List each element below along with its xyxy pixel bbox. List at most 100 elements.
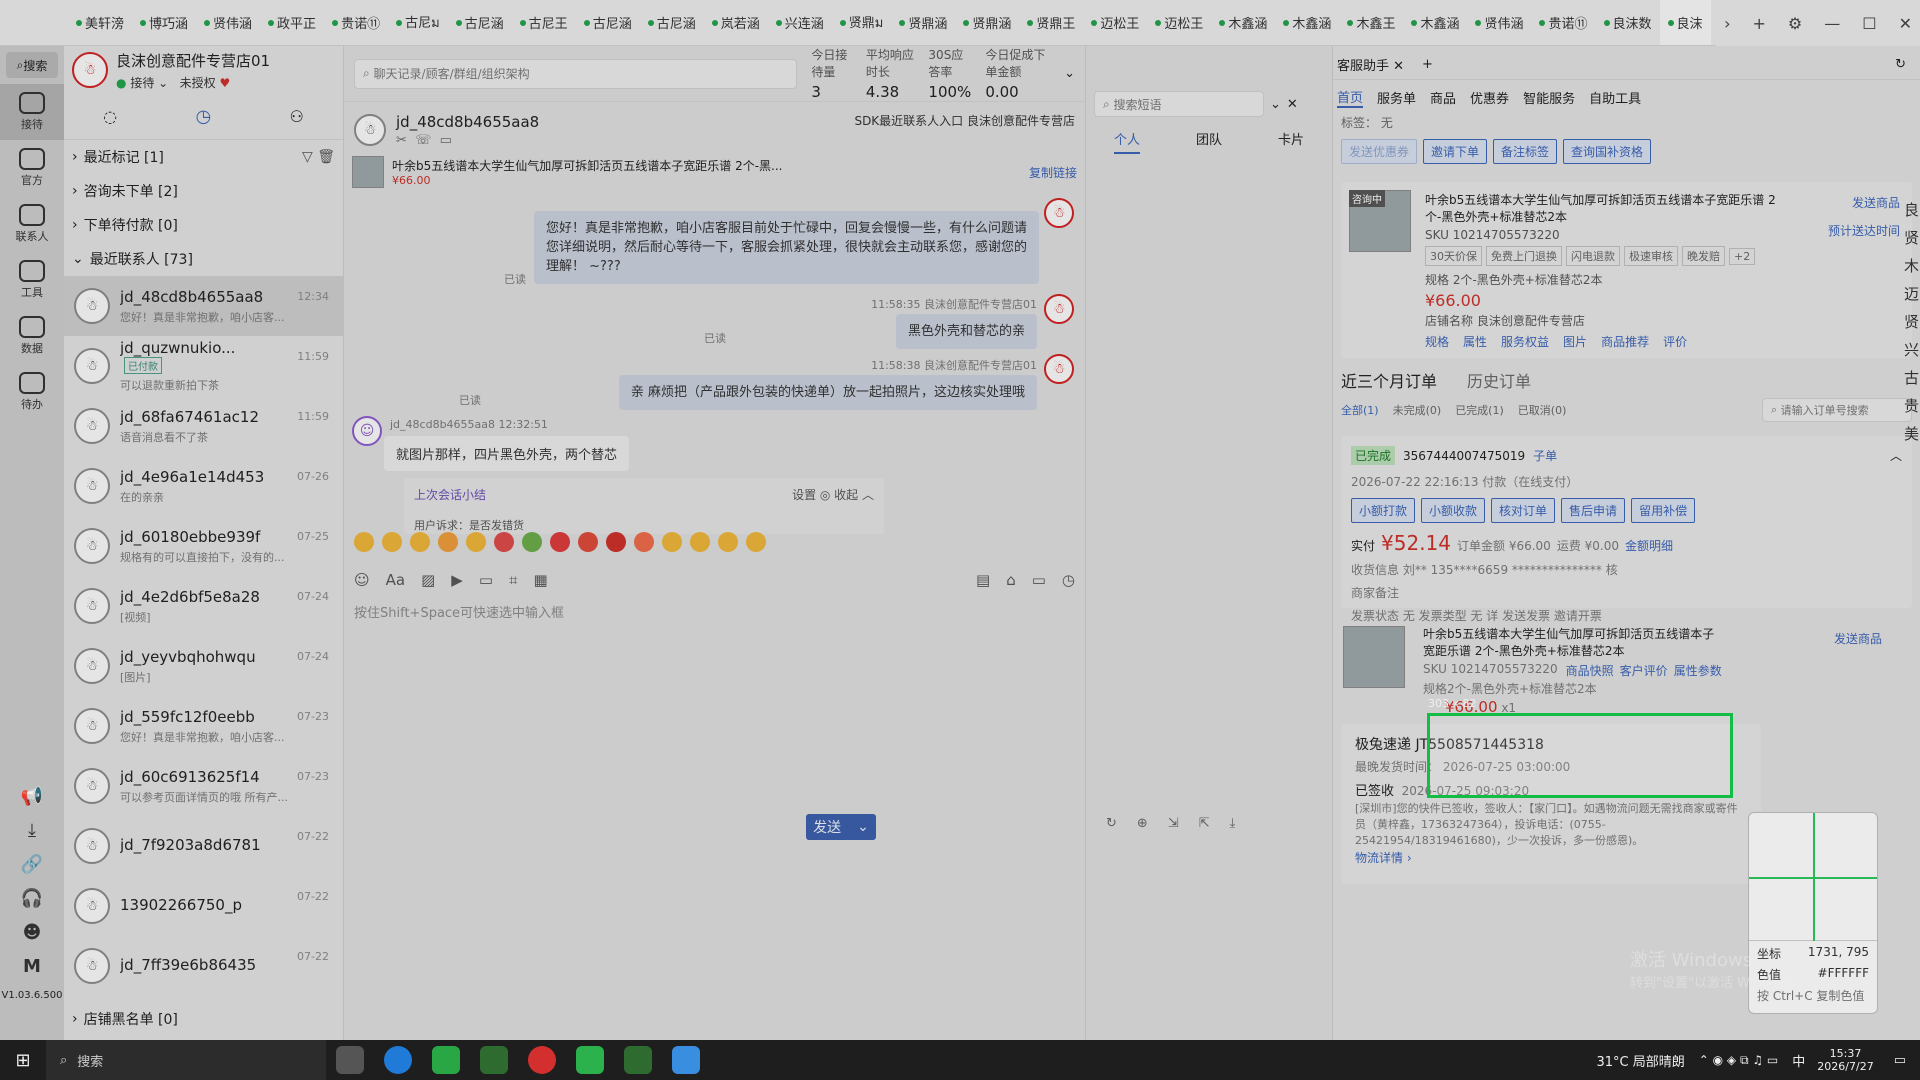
assistant-nav-item[interactable]: 智能服务 xyxy=(1523,88,1575,107)
export-icon[interactable]: ⇱ xyxy=(1199,816,1210,831)
group-icon[interactable]: ⚇ xyxy=(289,107,303,126)
order-search-input[interactable]: ⌕ 请输入订单号搜索 xyxy=(1762,398,1912,422)
send-button[interactable]: 发送 ⌄ xyxy=(806,814,876,840)
emoji-icon[interactable] xyxy=(634,532,654,552)
contact-item[interactable]: ☃ jd_4e96a1e14d453 在的亲亲 07-26 xyxy=(64,456,343,516)
contact-item[interactable]: ☃ jd_60180ebbe939f 规格有的可以直接拍下，没有的... 07-25 xyxy=(64,516,343,576)
contact-item[interactable]: ☃ jd_559fc12f0eebb 您好！真是非常抱歉，咱小店客... 07-23 xyxy=(64,696,343,756)
session-tab[interactable]: 木鑫涵 xyxy=(1403,0,1467,45)
action-button[interactable]: 发送优惠券 xyxy=(1341,139,1418,164)
recent-orders-tab[interactable]: 近三个月订单 xyxy=(1341,368,1437,392)
assistant-tab[interactable]: 客服助手 ✕ xyxy=(1337,55,1404,74)
sub-order-link[interactable]: 子单 xyxy=(1533,447,1557,464)
bag-icon[interactable]: ⌂ xyxy=(1006,571,1016,589)
nav-item-1[interactable]: 官方 xyxy=(0,140,64,196)
emoji-icon[interactable] xyxy=(466,532,486,552)
session-tab[interactable]: 岚若涵 xyxy=(704,0,768,45)
session-tab[interactable]: 古尼涵 xyxy=(448,0,512,45)
session-tab[interactable]: 博巧涵 xyxy=(132,0,196,45)
session-tab[interactable]: 兴连涵 xyxy=(768,0,832,45)
emoji-icon[interactable] xyxy=(494,532,514,552)
session-tab[interactable]: 古尼涵 xyxy=(640,0,704,45)
message-icon[interactable]: ▭ xyxy=(1032,571,1046,589)
order-action-button[interactable]: 留用补偿 xyxy=(1631,498,1696,523)
phrase-search-input[interactable]: ⌕ 搜索短语 xyxy=(1094,91,1264,117)
shop-avatar[interactable]: ☃ xyxy=(72,52,108,88)
order-product-link[interactable]: 客户评价 xyxy=(1620,662,1668,679)
session-tab[interactable]: 贤鼎涵 xyxy=(955,0,1019,45)
collapse-icon[interactable]: ︿ xyxy=(1890,447,1902,464)
phrase-tab[interactable]: 卡片 xyxy=(1278,129,1304,154)
product-link[interactable]: 属性 xyxy=(1463,333,1487,350)
history-orders-tab[interactable]: 历史订单 xyxy=(1467,368,1531,392)
delivery-time-link[interactable]: 预计送达时间 xyxy=(1828,222,1900,239)
calc-icon[interactable]: ▦ xyxy=(533,571,547,589)
assistant-nav-item[interactable]: 自助工具 xyxy=(1589,88,1641,107)
assistant-nav-item[interactable]: 优惠券 xyxy=(1470,88,1509,107)
add-tab-icon[interactable]: + xyxy=(1753,14,1766,33)
group-unpaid[interactable]: › 下单待付款 [0] xyxy=(64,208,343,242)
product-link[interactable]: 图片 xyxy=(1563,333,1587,350)
emoji-icon[interactable] xyxy=(606,532,626,552)
message-input[interactable]: 按住Shift+Space可快速选中输入框 xyxy=(354,602,564,621)
action-button[interactable]: 邀请下单 xyxy=(1423,139,1488,164)
nav-item-0[interactable]: 接待 xyxy=(0,84,64,140)
clock[interactable]: 15:37 2026/7/27 xyxy=(1817,1047,1873,1073)
notification-icon[interactable]: ▭ xyxy=(1894,1053,1906,1068)
video-icon[interactable]: ▶ xyxy=(451,571,463,589)
emoji-icon[interactable] xyxy=(746,532,766,552)
phrase-tab[interactable]: 团队 xyxy=(1196,129,1222,154)
action-button[interactable]: 备注标签 xyxy=(1493,139,1558,164)
clock-icon[interactable]: ◷ xyxy=(195,106,211,127)
folder-icon[interactable]: ▭ xyxy=(479,571,493,589)
product-link[interactable]: 规格 xyxy=(1425,333,1449,350)
headset-icon[interactable]: 🎧 xyxy=(0,888,64,922)
session-tab[interactable]: 古尼ม xyxy=(388,0,448,45)
group-recent[interactable]: ⌄ 最近联系人 [73] xyxy=(64,242,343,276)
product-link[interactable]: 评价 xyxy=(1663,333,1687,350)
emoji-icon[interactable] xyxy=(578,532,598,552)
contact-item[interactable]: ☃ jd_quzwnukio... 已付款 可以退款重新拍下茶 11:59 xyxy=(64,336,343,396)
session-tab[interactable]: 贵诺⑪ xyxy=(1531,0,1595,45)
sdk-entry[interactable]: SDK最近联系人入口 良沫创意配件专营店 xyxy=(854,112,1075,129)
capture-selection[interactable] xyxy=(1427,713,1733,798)
session-tab[interactable]: 贤鼎涵 xyxy=(891,0,955,45)
edge-browser-icon[interactable] xyxy=(384,1046,412,1074)
session-tab[interactable]: 贵诺⑪ xyxy=(324,0,388,45)
emoji-icon[interactable] xyxy=(662,532,682,552)
assistant-nav-item[interactable]: 服务单 xyxy=(1377,88,1416,107)
filter-icon[interactable]: ▽ 🗑 xyxy=(302,149,335,165)
send-order-product-button[interactable]: 发送商品 xyxy=(1834,630,1882,647)
m-logo[interactable]: M xyxy=(0,956,64,990)
emoji-icon[interactable] xyxy=(410,532,430,552)
order-product-link[interactable]: 属性参数 xyxy=(1674,662,1722,679)
emoji-icon[interactable] xyxy=(522,532,542,552)
order-action-button[interactable]: 小额打款 xyxy=(1351,498,1416,523)
session-tab[interactable]: 木鑫涵 xyxy=(1211,0,1275,45)
taskbar-search[interactable]: ⌕ 搜索 xyxy=(46,1040,326,1080)
assistant-nav-item[interactable]: 首页 xyxy=(1337,87,1364,108)
session-tab[interactable]: 迈松王 xyxy=(1083,0,1147,45)
app-icon-2[interactable] xyxy=(528,1046,556,1074)
megaphone-icon[interactable]: 📢 xyxy=(0,786,64,820)
app-icon-4[interactable] xyxy=(624,1046,652,1074)
close-button[interactable]: ✕ xyxy=(1899,14,1912,33)
order-action-button[interactable]: 售后申请 xyxy=(1561,498,1626,523)
nav-item-4[interactable]: 数据 xyxy=(0,308,64,364)
merchant-memo[interactable]: 商家备注 xyxy=(1351,584,1902,601)
session-tab[interactable]: 贤伟涵 xyxy=(1467,0,1531,45)
windows-start-icon[interactable]: ⊞ xyxy=(0,1050,46,1071)
emoji-icon[interactable]: ☺ xyxy=(354,571,370,589)
refresh-icon[interactable]: ↻ xyxy=(1106,816,1117,831)
send-options-icon[interactable]: ⌄ xyxy=(857,819,869,835)
emoji-icon[interactable] xyxy=(354,532,374,552)
close-icon[interactable]: ✕ xyxy=(1287,97,1298,112)
image-icon[interactable]: ▨ xyxy=(421,571,435,589)
tray-icons[interactable]: ⌃ ◉ ◈ ⧉ ♫ ▭ xyxy=(1699,1053,1779,1068)
send-product-button[interactable]: 发送商品 xyxy=(1852,194,1900,211)
session-tab[interactable]: 政平正 xyxy=(260,0,324,45)
download-icon[interactable]: ⤓ xyxy=(0,820,64,854)
contact-item[interactable]: ☃ jd_yeyvbqhohwqu [图片] 07-24 xyxy=(64,636,343,696)
task-view-icon[interactable] xyxy=(336,1046,364,1074)
session-tab[interactable]: 良沫数 xyxy=(1596,0,1660,45)
